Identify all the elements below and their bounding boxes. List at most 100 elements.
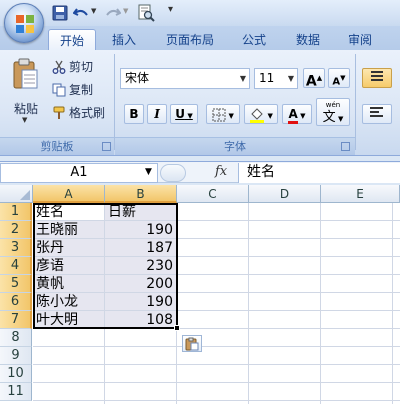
paste-options-button[interactable] [182,335,202,352]
bold-button[interactable]: B [124,104,144,124]
column-header-d[interactable]: D [249,185,321,203]
tab-formulas[interactable]: 公式 [232,29,276,51]
cell-b7[interactable]: 108 [105,311,177,329]
font-dialog-launcher-icon[interactable] [341,142,350,151]
office-button[interactable] [4,3,44,43]
spreadsheet-grid[interactable]: A B C D E 1 2 3 4 5 6 7 8 9 10 11 姓名 日薪 … [0,185,400,404]
column-header-e[interactable]: E [321,185,400,203]
border-icon [212,108,226,121]
row-header[interactable]: 7 [0,311,32,329]
paste-dropdown-icon[interactable]: ▼ [22,116,27,124]
paste-label: 粘贴 [14,102,39,116]
group-separator [355,54,356,150]
name-box-value: A1 [70,165,88,180]
cell-b3[interactable]: 187 [105,239,177,257]
title-bar: ▼ ▼ ▾ [0,0,400,26]
tab-review[interactable]: 审阅 [338,29,382,51]
customize-icon[interactable]: ▾ [168,4,173,15]
grow-font-label: A [305,73,317,90]
empty-grid-area[interactable] [177,203,400,404]
copy-icon [52,83,66,97]
clipboard-group-label: 剪贴板 [0,137,114,155]
name-box[interactable]: A1 [0,163,158,183]
cut-label: 剪切 [69,60,94,74]
paint-bucket-icon [250,107,265,123]
scissors-icon [52,60,66,74]
name-box-dropdown-icon[interactable]: ▼ [145,167,152,177]
italic-button[interactable]: I [147,104,167,124]
grow-font-button[interactable]: A▲ [303,68,325,90]
row-header[interactable]: 6 [0,293,32,311]
paste-button[interactable]: 粘贴 ▼ [6,56,44,128]
fx-icon[interactable]: fx [215,164,227,179]
cut-button[interactable]: 剪切 [52,57,93,77]
font-color-label: A [288,107,298,124]
cell-b5[interactable]: 200 [105,275,177,293]
empty-grid-area[interactable] [33,329,177,404]
ribbon-tabs: 开始 插入 页面布局 公式 数据 审阅 [0,26,400,52]
redo-icon[interactable] [105,4,121,22]
cell-a2[interactable]: 王晓丽 [33,221,105,239]
row-header[interactable]: 2 [0,221,32,239]
cell-b1[interactable]: 日薪 [105,203,177,221]
row-header[interactable]: 5 [0,275,32,293]
clipboard-dialog-launcher-icon[interactable] [102,142,111,151]
font-size-combo[interactable]: 11 ▼ [254,68,298,89]
undo-dropdown-icon[interactable]: ▼ [91,7,96,15]
tab-insert[interactable]: 插入 [102,29,146,51]
tab-page-layout[interactable]: 页面布局 [158,29,222,51]
font-size-dropdown-icon[interactable]: ▼ [288,69,294,88]
format-painter-label: 格式刷 [69,106,106,120]
cell-a1[interactable]: 姓名 [33,203,105,221]
row-header[interactable]: 10 [0,365,32,383]
font-size-value: 11 [259,71,275,85]
formula-input[interactable]: 姓名 [238,163,400,183]
cell-b2[interactable]: 190 [105,221,177,239]
cell-a5[interactable]: 黄帆 [33,275,105,293]
row-header[interactable]: 3 [0,239,32,257]
fill-handle[interactable] [174,325,180,331]
font-name-dropdown-icon[interactable]: ▼ [240,69,246,88]
align-top-button[interactable] [362,68,392,88]
column-header-b[interactable]: B [105,185,177,203]
cell-b6[interactable]: 190 [105,293,177,311]
copy-button[interactable]: 复制 [52,80,93,100]
cell-a3[interactable]: 张丹 [33,239,105,257]
font-group-label: 字体 [115,137,355,155]
group-separator [114,54,115,150]
column-header-a[interactable]: A [33,185,105,203]
font-name-value: 宋体 [125,71,150,85]
save-icon[interactable] [52,4,68,22]
shrink-font-button[interactable]: A▼ [328,68,350,88]
align-left-button[interactable] [362,104,392,124]
fill-color-button[interactable]: ▼ [244,104,278,124]
font-color-button[interactable]: A ▼ [282,104,312,124]
cell-a6[interactable]: 陈小龙 [33,293,105,311]
cell-a4[interactable]: 彦语 [33,257,105,275]
row-header[interactable]: 4 [0,257,32,275]
border-button[interactable]: ▼ [206,104,240,124]
select-all-corner[interactable] [0,185,33,203]
align-left-icon [370,107,383,117]
print-preview-icon[interactable] [137,4,155,22]
row-header[interactable]: 8 [0,329,32,347]
underline-button[interactable]: U ▼ [170,104,198,124]
font-name-combo[interactable]: 宋体 ▼ [120,68,250,89]
row-header[interactable]: 1 [0,203,32,221]
formula-bar-divider[interactable] [160,164,186,182]
row-header[interactable]: 11 [0,383,32,401]
paste-icon [13,58,38,89]
phonetic-button[interactable]: wén 文 ▼ [316,98,350,126]
select-all-icon [20,190,30,200]
clipboard-icon [185,337,199,351]
cell-b4[interactable]: 230 [105,257,177,275]
cell-a7[interactable]: 叶大明 [33,311,105,329]
column-header-c[interactable]: C [177,185,249,203]
tab-data[interactable]: 数据 [286,29,330,51]
undo-icon[interactable] [73,4,89,22]
align-top-icon [371,71,383,81]
tab-home[interactable]: 开始 [48,29,96,52]
redo-dropdown-icon[interactable]: ▼ [123,7,128,15]
format-painter-button[interactable]: 格式刷 [52,103,105,123]
row-header[interactable]: 9 [0,347,32,365]
